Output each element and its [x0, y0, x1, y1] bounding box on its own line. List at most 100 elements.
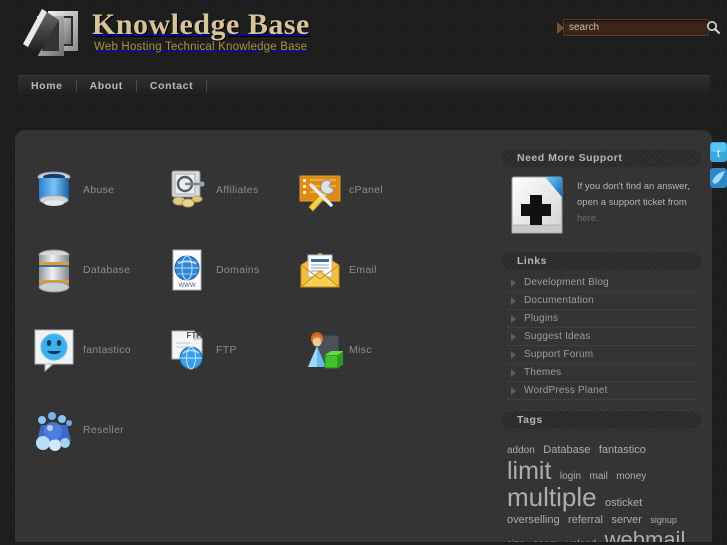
- category-label: Email: [349, 264, 377, 276]
- tag-osticket[interactable]: osticket: [605, 497, 642, 509]
- sidebar-link-plugins[interactable]: Plugins: [507, 312, 695, 325]
- sidebar: Need More Support If you don't find an a…: [501, 130, 701, 542]
- blue-network-cluster-icon: [31, 407, 77, 453]
- category-item-affiliates[interactable]: Affiliates: [160, 150, 293, 230]
- category-grid: Abuse Affiliates cPanel Database WWW Dom…: [27, 150, 495, 470]
- tag-signup[interactable]: signup: [650, 515, 677, 525]
- category-item-database[interactable]: Database: [27, 230, 160, 310]
- twitter-icon[interactable]: t: [710, 142, 727, 164]
- list-item: Suggest Ideas: [507, 328, 695, 346]
- search-input[interactable]: [564, 20, 705, 35]
- triangle-right-icon: [511, 332, 516, 341]
- search-box[interactable]: [557, 19, 720, 36]
- main-navigation: Home About Contact: [18, 75, 710, 95]
- sidebar-link-support-forum[interactable]: Support Forum: [507, 348, 695, 361]
- category-grid-region: Abuse Affiliates cPanel Database WWW Dom…: [15, 130, 495, 542]
- sidebar-link-label: WordPress Planet: [524, 385, 608, 396]
- tag-cloud: addon Database fantastico limit login ma…: [501, 429, 701, 542]
- category-label: FTP: [216, 344, 237, 356]
- category-item-abuse[interactable]: Abuse: [27, 150, 160, 230]
- widget-tags: Tags addon Database fantastico limit log…: [501, 410, 701, 542]
- category-item-domains[interactable]: WWW Domains: [160, 230, 293, 310]
- sidebar-link-wordpress-planet[interactable]: WordPress Planet: [507, 384, 695, 397]
- triangle-right-icon: [511, 314, 516, 323]
- sidebar-link-suggest-ideas[interactable]: Suggest Ideas: [507, 330, 695, 343]
- support-text: If you don't find an answer, open a supp…: [567, 175, 690, 237]
- category-label: fantastico: [83, 344, 131, 356]
- nav-separator: [206, 79, 208, 92]
- sidebar-link-label: Development Blog: [524, 277, 609, 288]
- nav-item-about[interactable]: About: [77, 76, 136, 96]
- sidebar-link-development-blog[interactable]: Development Blog: [507, 276, 695, 289]
- nav-item-home[interactable]: Home: [18, 76, 76, 96]
- support-heading: Need More Support: [517, 151, 623, 164]
- widget-header-support: Need More Support: [501, 148, 701, 167]
- www-globe-page-icon: WWW: [164, 247, 210, 293]
- tag-size[interactable]: size: [507, 539, 525, 543]
- site-logo-link[interactable]: Knowledge Base Web Hosting Technical Kno…: [18, 4, 310, 66]
- open-envelope-letter-icon: [297, 247, 343, 293]
- triangle-right-icon: [511, 296, 516, 305]
- links-list: Development Blog Documentation Plugins Sugg…: [501, 270, 701, 400]
- list-item: Plugins: [507, 310, 695, 328]
- site-title: Knowledge Base: [92, 8, 310, 41]
- category-item-ftp[interactable]: FTP FTP: [160, 310, 293, 390]
- support-here-link[interactable]: here.: [577, 213, 599, 224]
- category-label: Abuse: [83, 184, 115, 196]
- site-header: Knowledge Base Web Hosting Technical Kno…: [0, 0, 727, 72]
- svg-text:FTP: FTP: [186, 331, 202, 340]
- tag-overselling[interactable]: overselling: [507, 514, 560, 526]
- tags-heading: Tags: [517, 413, 543, 426]
- tag-upload[interactable]: upload: [566, 539, 596, 543]
- blue-smiley-icon: [31, 327, 77, 373]
- sidebar-link-label: Suggest Ideas: [524, 331, 591, 342]
- list-item: WordPress Planet: [507, 382, 695, 400]
- widget-header-links: Links: [501, 251, 701, 270]
- category-label: cPanel: [349, 184, 383, 196]
- social-rail: t: [710, 142, 727, 194]
- links-heading: Links: [517, 254, 547, 267]
- sidebar-link-label: Documentation: [524, 295, 594, 306]
- tag-spam[interactable]: spam: [533, 539, 557, 543]
- tag-addon[interactable]: addon: [507, 445, 535, 456]
- triangle-right-icon: [557, 22, 564, 34]
- sidebar-link-label: Themes: [524, 367, 562, 378]
- category-item-cpanel[interactable]: cPanel: [293, 150, 426, 230]
- triangle-right-icon: [511, 368, 516, 377]
- sidebar-link-documentation[interactable]: Documentation: [507, 294, 695, 307]
- tag-server[interactable]: server: [611, 514, 642, 526]
- list-item: Development Blog: [507, 274, 695, 292]
- list-item: Support Forum: [507, 346, 695, 364]
- category-item-misc[interactable]: Misc: [293, 310, 426, 390]
- widget-links: Links Development Blog Documentation Plugi…: [501, 251, 701, 400]
- category-label: Database: [83, 264, 131, 276]
- svg-text:t: t: [717, 145, 721, 160]
- category-item-fantastico[interactable]: fantastico: [27, 310, 160, 390]
- document-plus-icon: [509, 175, 567, 237]
- category-item-email[interactable]: Email: [293, 230, 426, 310]
- tag-fantastico[interactable]: fantastico: [599, 444, 646, 456]
- tag-money[interactable]: money: [616, 471, 646, 482]
- triangle-right-icon: [511, 278, 516, 287]
- twitter-bird-icon[interactable]: [710, 168, 727, 190]
- tag-referral[interactable]: referral: [568, 514, 603, 526]
- tag-webmail[interactable]: webmail: [605, 527, 686, 542]
- category-label: Affiliates: [216, 184, 259, 196]
- tag-login[interactable]: login: [560, 471, 581, 482]
- category-label: Reseller: [83, 424, 124, 436]
- tag-database[interactable]: Database: [543, 444, 590, 456]
- safe-with-coins-icon: [164, 167, 210, 213]
- category-item-reseller[interactable]: Reseller: [27, 390, 160, 470]
- support-line-2: open a support ticket from: [577, 197, 687, 208]
- tag-mail[interactable]: mail: [589, 471, 607, 482]
- site-tagline: Web Hosting Technical Knowledge Base: [94, 41, 308, 53]
- tag-multiple[interactable]: multiple: [507, 482, 597, 512]
- category-label: Domains: [216, 264, 260, 276]
- content-panel: Abuse Affiliates cPanel Database WWW Dom…: [15, 130, 712, 542]
- tag-limit[interactable]: limit: [507, 457, 551, 485]
- magnifier-icon[interactable]: [705, 20, 721, 35]
- nav-item-contact[interactable]: Contact: [137, 76, 206, 96]
- sidebar-link-themes[interactable]: Themes: [507, 366, 695, 379]
- triangle-right-icon: [511, 350, 516, 359]
- orange-panel-tools-icon: [297, 167, 343, 213]
